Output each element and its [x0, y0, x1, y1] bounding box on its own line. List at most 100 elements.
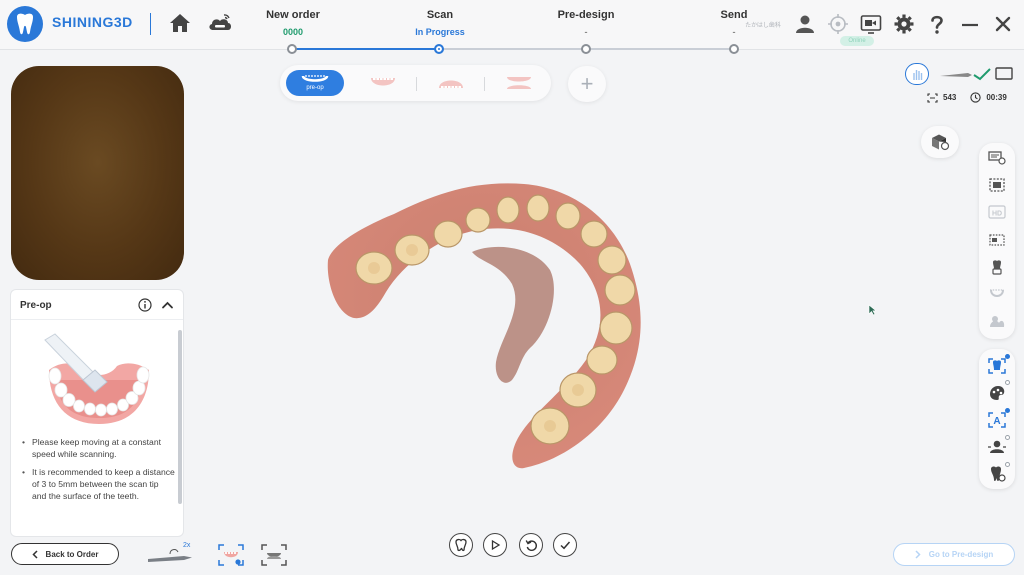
tooth-outline-icon [455, 538, 467, 552]
scanner-orientation-indicator [1005, 435, 1010, 440]
upper-jaw-icon [371, 78, 395, 86]
home-icon[interactable] [168, 12, 192, 34]
preop-card-title: Pre-op [20, 300, 52, 311]
step-pre-design[interactable]: Pre-design - [526, 9, 646, 38]
step-dot-scan [434, 44, 444, 54]
add-scan-button[interactable]: + [568, 66, 606, 102]
scan-mode-toggle[interactable] [905, 63, 929, 85]
target-icon[interactable] [827, 13, 849, 35]
jaw-trim-icon[interactable] [987, 285, 1007, 303]
undo-button[interactable] [519, 533, 543, 557]
tooth-lock-icon[interactable] [987, 258, 1007, 276]
preop-card-header: Pre-op [11, 290, 183, 320]
preop-card-scrollbar[interactable] [178, 330, 182, 504]
mouse-cursor-icon [868, 304, 877, 316]
brand-name: SHINING3D [52, 14, 133, 30]
help-icon[interactable] [926, 13, 948, 35]
chevron-left-icon [31, 549, 38, 559]
scan-tools-toolbar: HD [979, 143, 1015, 339]
frame-count-value: 543 [943, 93, 957, 102]
frame-count-icon [927, 92, 938, 103]
cube-view-icon [932, 134, 950, 151]
crop-region-icon[interactable] [987, 176, 1007, 194]
jaw-tab-upper[interactable] [354, 70, 412, 96]
gear-icon[interactable] [893, 13, 915, 35]
camera-preview [11, 66, 184, 280]
scanner-multiplier: 2x [183, 542, 191, 549]
back-to-order-button[interactable]: Back to Order [11, 543, 119, 565]
hd-mode-icon[interactable]: HD [987, 203, 1007, 221]
go-to-pre-design-button[interactable]: Go to Pre-design [893, 543, 1015, 566]
auto-ai-scan-icon[interactable] [987, 357, 1007, 375]
hand-scan-icon [913, 70, 923, 80]
user-icon[interactable] [794, 13, 816, 35]
jaw-tab-lower[interactable] [422, 70, 480, 96]
scan-tip: It is recommended to keep a distance of … [19, 466, 175, 502]
connection-badge: Online [840, 36, 874, 46]
step-dot-send [729, 44, 739, 54]
select-area-icon[interactable] [987, 231, 1007, 249]
top-bar: SHINING3D New order 0000 Scan In Progres… [0, 0, 1024, 54]
confirm-button[interactable] [553, 533, 577, 557]
brand-divider [150, 13, 151, 35]
frame-counter: 543 [927, 92, 957, 103]
step-title: New order [266, 9, 320, 21]
bite-jaw-icon [507, 77, 531, 89]
scanner-orientation-icon[interactable] [987, 438, 1007, 456]
jaw-view-lower-toggle[interactable] [261, 544, 287, 566]
go-to-pre-design-label: Go to Pre-design [928, 550, 994, 559]
jaw-separator [416, 77, 417, 91]
minimize-icon[interactable] [959, 13, 981, 35]
view-cube-button[interactable] [921, 126, 959, 158]
step-title: Pre-design [557, 9, 615, 21]
display-tools-toolbar: A [979, 349, 1015, 489]
dental-scan-model[interactable] [324, 180, 654, 472]
ai-filter-icon[interactable]: A [987, 411, 1007, 429]
tooth-mark-icon[interactable] [987, 313, 1007, 331]
screen-record-icon[interactable] [860, 13, 882, 35]
scan-tips-list: Please keep moving at a constant speed w… [19, 436, 175, 508]
pre-op-jaw-icon [301, 75, 329, 82]
jaw-scan-illustration [44, 333, 150, 424]
svg-text:HD: HD [992, 211, 1002, 218]
play-scan-button[interactable] [483, 533, 507, 557]
scan-tip: Please keep moving at a constant speed w… [19, 436, 175, 460]
scan-timer: 00:39 [970, 92, 1007, 103]
scan-counters: 543 00:39 [927, 92, 1007, 103]
jaw-view-upper-toggle[interactable] [218, 544, 244, 566]
occlusion-tool-button[interactable] [449, 533, 473, 557]
scanner-tool-button[interactable]: 2x [146, 542, 204, 564]
jaw-tab-label: pre-op [306, 85, 324, 91]
check-icon [560, 541, 571, 550]
step-status: - [584, 27, 588, 37]
jaw-tab-pre-op[interactable]: pre-op [286, 70, 344, 96]
step-new-order[interactable]: New order 0000 [233, 9, 353, 38]
auto-ai-scan-indicator [1005, 354, 1010, 359]
ai-filter-indicator [1005, 408, 1010, 413]
close-icon[interactable] [992, 13, 1014, 35]
step-scan[interactable]: Scan In Progress [380, 9, 500, 38]
color-texture-indicator [1005, 380, 1010, 385]
undo-icon [525, 539, 537, 551]
shining3d-logo [7, 6, 43, 42]
lower-jaw-icon [439, 80, 463, 88]
scanner-connected-icon [940, 67, 1013, 81]
chevron-up-icon[interactable] [161, 299, 174, 311]
progress-track [292, 48, 735, 50]
color-texture-icon[interactable] [987, 384, 1007, 402]
timer-value: 00:39 [986, 93, 1007, 102]
texture-settings-icon[interactable] [987, 149, 1007, 167]
order-number: 0000 [282, 27, 304, 37]
tooth-settings-icon[interactable] [987, 465, 1007, 483]
jaw-separator [484, 77, 485, 91]
scanner-handpiece-icon [148, 549, 192, 562]
back-to-order-label: Back to Order [45, 549, 99, 559]
info-icon[interactable] [138, 298, 152, 312]
cloud-sync-icon[interactable] [207, 12, 233, 34]
lab-name: たかはし歯科 [745, 22, 781, 29]
svg-text:A: A [993, 416, 1000, 427]
jaw-tab-bite[interactable] [490, 70, 548, 96]
play-icon [491, 539, 501, 551]
progress-done [292, 48, 440, 50]
jaw-selector: pre-op [280, 65, 551, 101]
